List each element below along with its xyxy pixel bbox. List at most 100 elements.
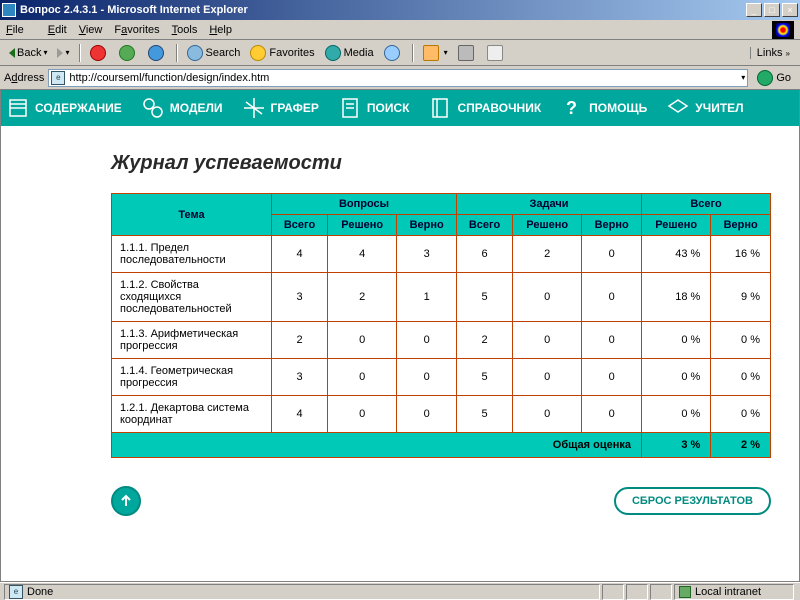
- cell-p-correct: 9 %: [711, 273, 771, 322]
- total-row: Общая оценка 3 % 2 %: [112, 433, 771, 458]
- question-icon: ?: [559, 95, 585, 121]
- address-dropdown-icon[interactable]: ▾: [741, 73, 745, 82]
- cell-t-all: 6: [457, 236, 513, 273]
- cell-t-all: 5: [457, 396, 513, 433]
- nav-search[interactable]: ПОИСК: [337, 95, 410, 121]
- media-button[interactable]: Media: [320, 42, 379, 64]
- cell-t-solved: 0: [513, 396, 582, 433]
- cell-topic: 1.1.1. Предел последовательности: [112, 236, 272, 273]
- close-button[interactable]: ×: [782, 3, 798, 17]
- cell-t-all: 5: [457, 359, 513, 396]
- cell-q-all: 2: [272, 322, 328, 359]
- mail-button[interactable]: ▾: [418, 42, 453, 64]
- address-field[interactable]: e http://courseml/function/design/index.…: [48, 69, 748, 87]
- nav-help[interactable]: ?ПОМОЩЬ: [559, 95, 647, 121]
- refresh-icon: [119, 45, 135, 61]
- cell-q-all: 3: [272, 273, 328, 322]
- arrow-right-icon: [57, 48, 63, 58]
- cell-topic: 1.1.4. Геометрическая прогрессия: [112, 359, 272, 396]
- maximize-button[interactable]: □: [764, 3, 780, 17]
- menu-file[interactable]: Filedocument.currentScript.previousEleme…: [6, 24, 36, 36]
- status-pane: [602, 584, 624, 600]
- search-icon: [187, 45, 203, 61]
- table-row: 1.1.4. Геометрическая прогрессия3005000 …: [112, 359, 771, 396]
- up-button[interactable]: [111, 486, 141, 516]
- colgroup-tasks: Задачи: [457, 194, 642, 215]
- page-icon: e: [9, 585, 23, 599]
- print-button[interactable]: [453, 42, 482, 64]
- edit-button[interactable]: [482, 42, 511, 64]
- menu-help[interactable]: Help: [209, 24, 232, 36]
- cell-p-correct: 0 %: [711, 322, 771, 359]
- app-navbar: СОДЕРЖАНИЕ МОДЕЛИ ГРАФЕР ПОИСК СПРАВОЧНИ…: [1, 90, 799, 126]
- cell-p-solved: 43 %: [642, 236, 711, 273]
- window-title: Вопрос 2.4.3.1 - Microsoft Internet Expl…: [20, 4, 744, 16]
- refresh-button[interactable]: [114, 42, 143, 64]
- cell-q-all: 4: [272, 236, 328, 273]
- total-solved: 3 %: [642, 433, 711, 458]
- address-url: http://courseml/function/design/index.ht…: [69, 72, 739, 84]
- cell-topic: 1.2.1. Декартова система координат: [112, 396, 272, 433]
- app-icon: [2, 3, 16, 17]
- axes-icon: [241, 95, 267, 121]
- stop-icon: [90, 45, 106, 61]
- cell-q-correct: 1: [397, 273, 457, 322]
- total-label: Общая оценка: [112, 433, 642, 458]
- reference-icon: [427, 95, 453, 121]
- colgroup-questions: Вопросы: [272, 194, 457, 215]
- nav-grapher[interactable]: ГРАФЕР: [241, 95, 319, 121]
- nav-content[interactable]: СОДЕРЖАНИЕ: [5, 95, 122, 121]
- history-button[interactable]: [379, 42, 408, 64]
- col-t-correct: Верно: [582, 215, 642, 236]
- cell-t-correct: 0: [582, 236, 642, 273]
- cell-t-solved: 0: [513, 322, 582, 359]
- forward-button: ▾: [52, 45, 74, 61]
- cell-q-solved: 0: [328, 322, 397, 359]
- cell-topic: 1.1.3. Арифметическая прогрессия: [112, 322, 272, 359]
- favorites-button[interactable]: Favorites: [245, 42, 319, 64]
- table-row: 1.1.3. Арифметическая прогрессия2002000 …: [112, 322, 771, 359]
- menu-tools[interactable]: Tools: [172, 24, 198, 36]
- menu-edit[interactable]: Edit: [48, 24, 67, 36]
- go-button[interactable]: Go: [752, 67, 796, 89]
- cell-p-correct: 16 %: [711, 236, 771, 273]
- cell-q-correct: 0: [397, 359, 457, 396]
- home-icon: [148, 45, 164, 61]
- home-button[interactable]: [143, 42, 172, 64]
- nav-models[interactable]: МОДЕЛИ: [140, 95, 223, 121]
- page-title: Журнал успеваемости: [111, 152, 779, 175]
- cell-t-correct: 0: [582, 322, 642, 359]
- table-row: 1.1.1. Предел последовательности44362043…: [112, 236, 771, 273]
- cell-q-solved: 0: [328, 396, 397, 433]
- col-t-all: Всего: [457, 215, 513, 236]
- cell-p-correct: 0 %: [711, 396, 771, 433]
- cell-t-correct: 0: [582, 273, 642, 322]
- col-t-solved: Решено: [513, 215, 582, 236]
- menubar: Filedocument.currentScript.previousEleme…: [0, 20, 800, 40]
- cell-t-solved: 0: [513, 359, 582, 396]
- minimize-button[interactable]: _: [746, 3, 762, 17]
- back-button[interactable]: Back▾: [4, 44, 52, 62]
- menu-view[interactable]: View: [79, 24, 103, 36]
- address-label: Address: [4, 72, 44, 84]
- gears-icon: [140, 95, 166, 121]
- links-label[interactable]: Links »: [750, 47, 796, 59]
- search-button[interactable]: Search: [182, 42, 246, 64]
- status-text: e Done: [4, 584, 600, 600]
- arrow-left-icon: [9, 48, 15, 58]
- status-pane: [626, 584, 648, 600]
- cell-t-all: 5: [457, 273, 513, 322]
- status-pane: [650, 584, 672, 600]
- history-icon: [384, 45, 400, 61]
- book-icon: [5, 95, 31, 121]
- cell-t-correct: 0: [582, 359, 642, 396]
- teacher-icon: [665, 95, 691, 121]
- cell-topic: 1.1.2. Свойства сходящихся последователь…: [112, 273, 272, 322]
- colgroup-total: Всего: [642, 194, 771, 215]
- nav-reference[interactable]: СПРАВОЧНИК: [427, 95, 541, 121]
- reset-button[interactable]: СБРОС РЕЗУЛЬТАТОВ: [614, 487, 771, 515]
- cell-q-correct: 3: [397, 236, 457, 273]
- stop-button[interactable]: [85, 42, 114, 64]
- nav-teacher[interactable]: УЧИТЕЛ: [665, 95, 743, 121]
- menu-favorites[interactable]: Favorites: [114, 24, 159, 36]
